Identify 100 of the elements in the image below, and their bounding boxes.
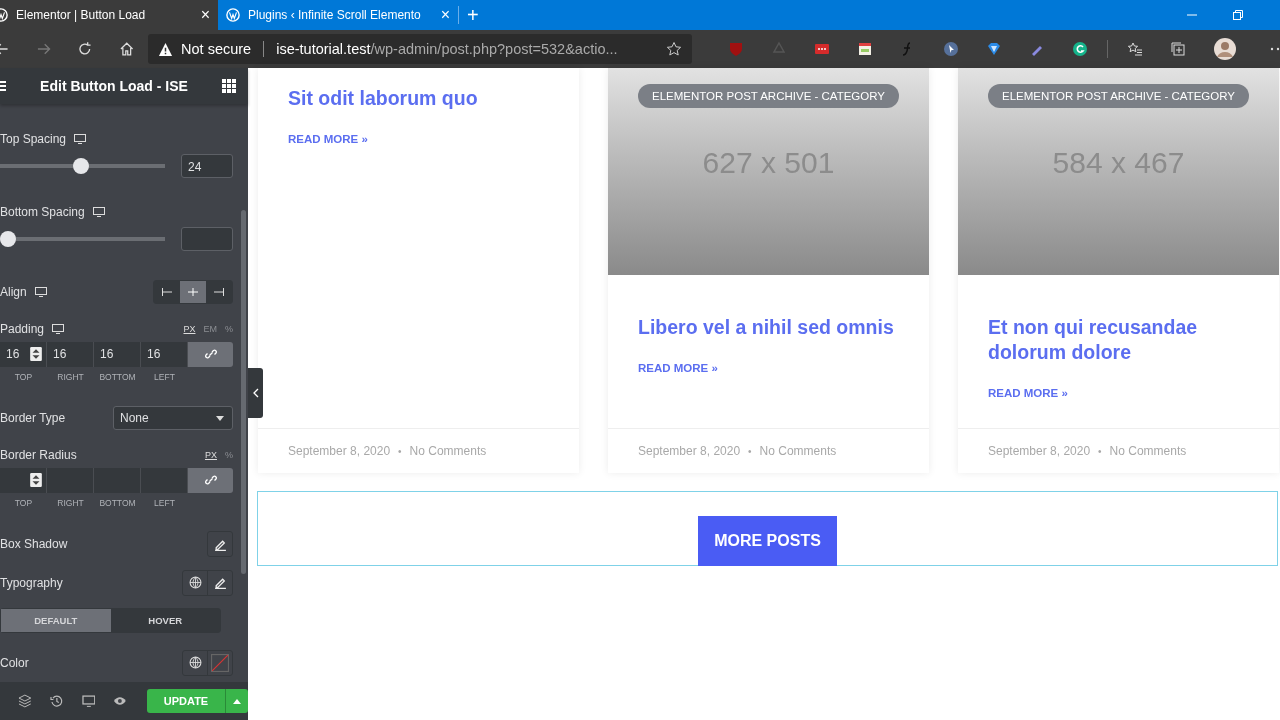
- history-icon[interactable]: [49, 694, 64, 708]
- link-icon: [204, 474, 217, 487]
- caret-icon: [216, 415, 224, 421]
- dimension-field[interactable]: 16: [0, 341, 47, 367]
- globe-icon: [188, 656, 202, 670]
- password-icon[interactable]: [813, 41, 830, 57]
- side-label: TOP: [13, 371, 34, 382]
- dimension-field[interactable]: 16: [94, 341, 141, 367]
- browser-tab[interactable]: Elementor | Button Load ×: [0, 0, 218, 30]
- number-field[interactable]: [181, 226, 233, 251]
- globe-icon: [188, 576, 202, 590]
- control-label: Border Radius: [0, 447, 77, 462]
- scrollbar[interactable]: [241, 210, 246, 574]
- collections-icon[interactable]: [1169, 41, 1186, 57]
- side-label: TOP: [13, 497, 34, 508]
- category-badge[interactable]: ELEMENTOR POST ARCHIVE - CATEGORY: [637, 84, 899, 108]
- align-center-icon: [187, 286, 199, 299]
- chevron-left-icon: [252, 388, 259, 398]
- more-posts-button[interactable]: MORE POSTS: [698, 516, 837, 566]
- cursor-icon[interactable]: [942, 41, 959, 57]
- align-center-button[interactable]: [180, 281, 206, 304]
- separator-dot: •: [398, 445, 402, 457]
- link-button[interactable]: [188, 341, 233, 367]
- desktop-icon[interactable]: [52, 323, 65, 334]
- comments-count: No Comments: [409, 444, 487, 458]
- panel-title: Edit Button Load - ISE: [39, 78, 189, 94]
- diamond-icon[interactable]: [985, 41, 1002, 57]
- home-icon[interactable]: [118, 41, 135, 57]
- url-text: ise-tutorial.test/wp-admin/post.php?post=532&actio...: [276, 41, 619, 57]
- address-bar[interactable]: Not secure ise-tutorial.test/wp-admin/post.php?post=532&actio...: [148, 34, 692, 64]
- wordpress-icon: [226, 8, 240, 22]
- state-tab[interactable]: HOVER: [110, 609, 220, 633]
- browser-tab[interactable]: Plugins ‹ Infinite Scroll Elemento ×: [218, 0, 458, 30]
- dimension-field[interactable]: 16: [141, 341, 188, 367]
- update-button[interactable]: UPDATE: [147, 689, 225, 713]
- number-field[interactable]: 24: [181, 154, 233, 178]
- side-label: RIGHT: [56, 497, 85, 508]
- control-label: Padding: [0, 321, 45, 336]
- link-button[interactable]: [188, 467, 233, 493]
- eye-icon[interactable]: [113, 694, 127, 708]
- post-title[interactable]: Sit odit laborum quo: [288, 86, 549, 111]
- align-left-button[interactable]: [154, 281, 180, 304]
- warning-icon: [158, 41, 174, 57]
- link-icon: [204, 348, 217, 361]
- unit-option[interactable]: %: [225, 323, 233, 334]
- refresh-icon[interactable]: [77, 41, 93, 57]
- post-title[interactable]: Libero vel a nihil sed omnis: [638, 315, 899, 340]
- favorite-star-icon[interactable]: [665, 41, 682, 57]
- side-label: BOTTOM: [98, 497, 137, 508]
- read-more-link[interactable]: READ MORE »: [288, 133, 549, 145]
- layers-icon[interactable]: [18, 694, 32, 708]
- side-label: BOTTOM: [98, 371, 137, 382]
- new-tab-button[interactable]: +: [458, 6, 487, 24]
- collapse-panel-button[interactable]: [248, 368, 263, 418]
- post-title[interactable]: Et non qui recusandae dolorum dolore: [988, 315, 1249, 365]
- post-date: September 8, 2020: [288, 444, 391, 458]
- desktop-icon[interactable]: [34, 287, 47, 298]
- color-swatch[interactable]: [207, 650, 232, 675]
- pencil-icon: [213, 576, 227, 590]
- state-tab[interactable]: DEFAULT: [1, 609, 111, 633]
- stepper-icon[interactable]: [30, 347, 42, 362]
- control-label: Align: [0, 285, 27, 300]
- grid-icon[interactable]: [222, 79, 236, 93]
- desktop-icon[interactable]: [74, 134, 87, 144]
- align-right-icon: [213, 286, 225, 299]
- post-date: September 8, 2020: [638, 444, 741, 458]
- dimension-field[interactable]: [141, 467, 188, 493]
- avatar-icon[interactable]: [1212, 37, 1237, 61]
- post-date: September 8, 2020: [988, 444, 1091, 458]
- restore-icon[interactable]: [1232, 9, 1244, 21]
- read-more-link[interactable]: READ MORE »: [638, 362, 899, 374]
- caret-icon: [233, 698, 241, 704]
- align-right-button[interactable]: [206, 281, 232, 304]
- calendar-icon[interactable]: [856, 41, 873, 57]
- update-options-button[interactable]: [225, 689, 248, 713]
- control-label: Typography: [0, 575, 63, 590]
- align-left-icon: [161, 286, 173, 299]
- slider-thumb[interactable]: [0, 230, 16, 247]
- slider-thumb[interactable]: [73, 158, 89, 174]
- desktop-icon[interactable]: [92, 206, 105, 217]
- category-badge[interactable]: ELEMENTOR POST ARCHIVE - CATEGORY: [987, 84, 1249, 108]
- unit-option[interactable]: EM: [203, 323, 217, 334]
- stepper-icon[interactable]: [30, 473, 42, 488]
- desktop-icon[interactable]: [81, 694, 96, 708]
- close-tab-button[interactable]: ×: [200, 6, 210, 24]
- side-label: LEFT: [153, 371, 176, 382]
- dimension-field[interactable]: [0, 467, 47, 493]
- unit-option[interactable]: PX: [183, 323, 196, 334]
- dimension-field[interactable]: 16: [47, 341, 94, 367]
- border-type-dropdown[interactable]: None: [113, 406, 233, 431]
- menu-icon[interactable]: [0, 80, 6, 92]
- separator-dot: •: [748, 445, 752, 457]
- close-tab-button[interactable]: ×: [440, 6, 450, 24]
- favorites-icon[interactable]: [1126, 41, 1143, 57]
- control-label: Top Spacing: [0, 132, 67, 146]
- read-more-link[interactable]: READ MORE »: [988, 387, 1249, 399]
- side-label: RIGHT: [56, 371, 85, 382]
- unit-option[interactable]: PX: [204, 449, 217, 460]
- grammar-icon[interactable]: [1071, 41, 1088, 57]
- unit-option[interactable]: %: [225, 449, 233, 460]
